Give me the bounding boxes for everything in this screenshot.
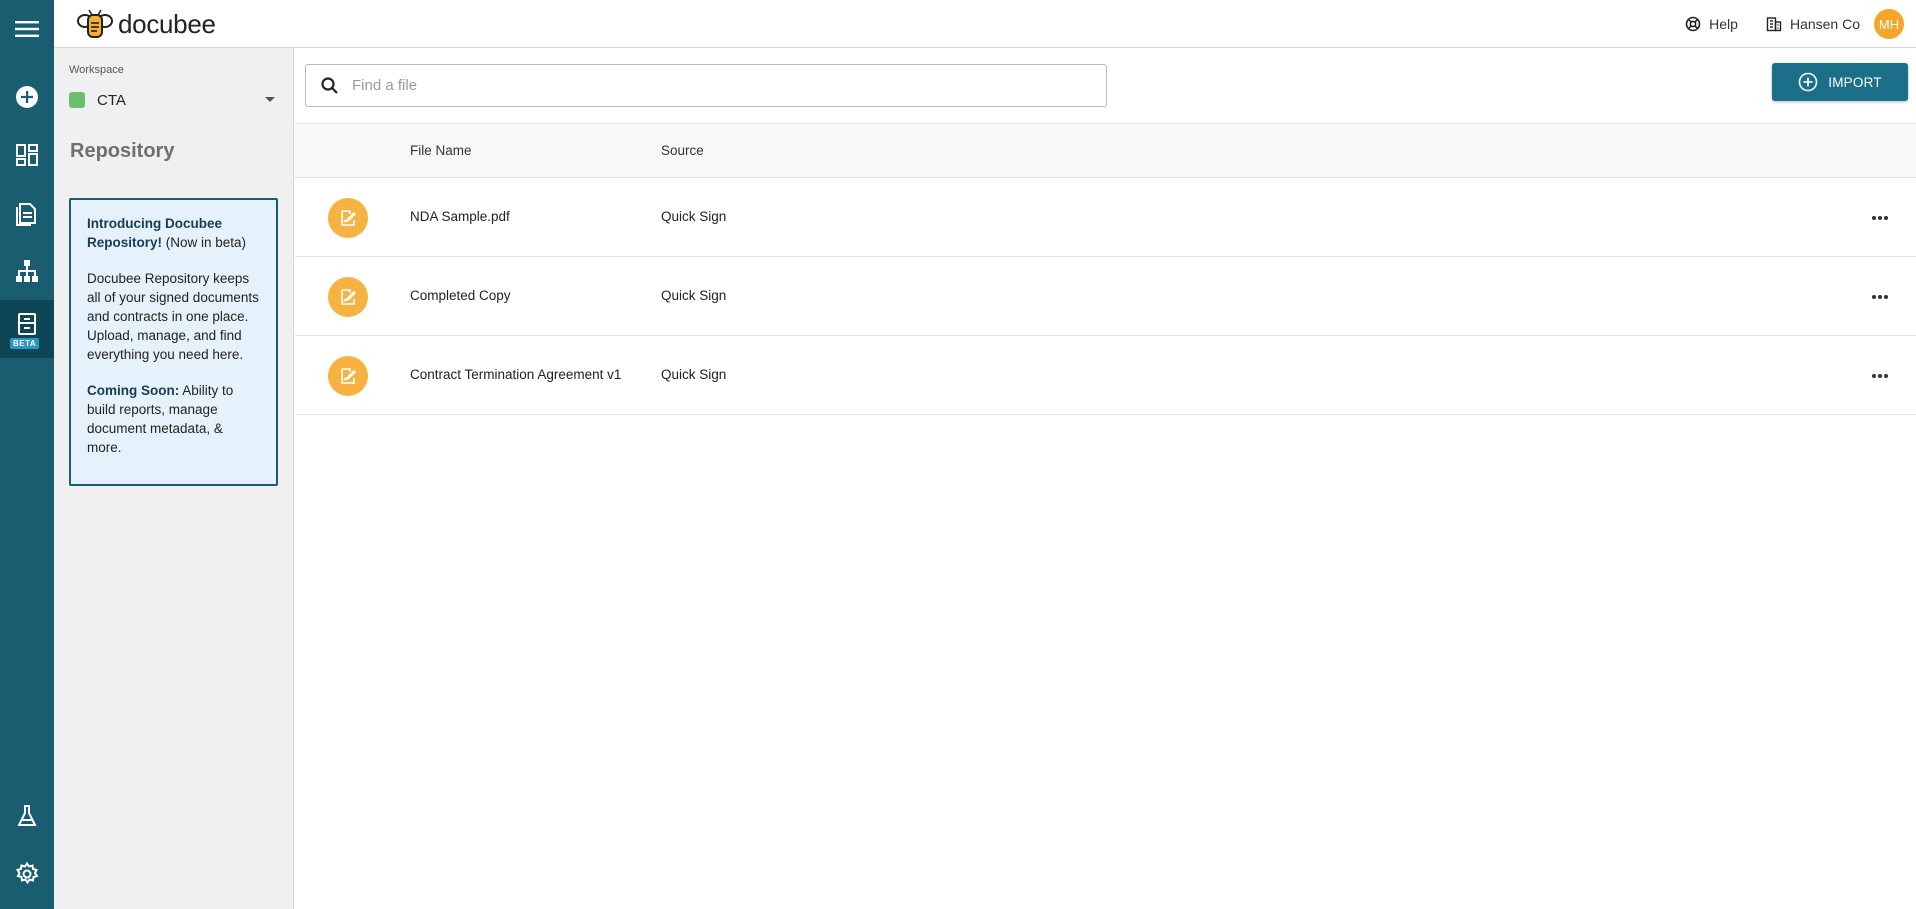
left-nav-rail: BETA [0, 0, 54, 909]
create-new-button[interactable] [0, 68, 54, 126]
main-content: IMPORT File Name Source NDA Sample.pdf Q… [295, 48, 1916, 909]
import-label: IMPORT [1828, 74, 1882, 90]
settings-nav-button[interactable] [0, 845, 54, 903]
flask-icon [17, 805, 37, 826]
gear-icon [15, 861, 39, 885]
more-horizontal-icon [1872, 216, 1888, 220]
import-button[interactable]: IMPORT [1772, 63, 1908, 101]
repository-sidebar: Workspace CTA Repository Introducing Doc… [54, 48, 294, 909]
dashboard-nav-button[interactable] [0, 126, 54, 184]
workspace-label: Workspace [69, 64, 124, 76]
column-header-source[interactable]: Source [661, 143, 704, 158]
row-more-options-button[interactable] [1868, 366, 1892, 386]
hamburger-menu-button[interactable] [0, 0, 54, 58]
table-row[interactable]: Completed Copy Quick Sign [295, 257, 1916, 336]
workflows-nav-button[interactable] [0, 242, 54, 300]
info-coming-soon: Coming Soon: Ability to build reports, m… [87, 383, 234, 455]
help-label: Help [1709, 16, 1738, 32]
organization-name: Hansen Co [1789, 16, 1860, 32]
documents-icon [16, 203, 36, 226]
signed-document-icon [328, 198, 368, 238]
signed-document-icon [328, 356, 368, 396]
table-header: File Name Source [295, 123, 1916, 178]
workspace-select[interactable]: CTA [69, 88, 279, 112]
more-horizontal-icon [1872, 374, 1888, 378]
search-icon [321, 76, 338, 94]
info-body: Docubee Repository keeps all of your sig… [87, 271, 259, 362]
logo-text: docubee [118, 8, 216, 39]
row-more-options-button[interactable] [1868, 208, 1892, 228]
user-avatar[interactable]: MH [1874, 9, 1904, 39]
caret-down-icon [265, 97, 275, 102]
signed-document-icon [328, 277, 368, 317]
file-name: Contract Termination Agreement v1 [410, 367, 622, 382]
table-row[interactable]: Contract Termination Agreement v1 Quick … [295, 336, 1916, 415]
bee-logo-icon [77, 9, 113, 38]
organization-switcher[interactable]: Hansen Co [1766, 16, 1860, 32]
repository-icon [18, 313, 36, 335]
beta-badge: BETA [10, 338, 40, 349]
plus-circle-outline-icon [1798, 72, 1818, 92]
section-title: Repository [70, 140, 175, 162]
column-header-file-name[interactable]: File Name [410, 143, 472, 158]
workspace-name: CTA [97, 91, 126, 109]
search-box [305, 64, 1107, 107]
file-source: Quick Sign [661, 209, 727, 224]
help-link[interactable]: Help [1685, 16, 1738, 32]
row-more-options-button[interactable] [1868, 287, 1892, 307]
info-headline: Introducing Docubee Repository! (Now in … [87, 216, 247, 250]
top-right-actions: Help Hansen Co MH [1657, 0, 1904, 48]
file-source: Quick Sign [661, 288, 727, 303]
search-input[interactable] [352, 77, 1092, 94]
docubee-logo[interactable]: docubee [76, 6, 216, 42]
org-chart-icon [16, 260, 38, 282]
file-name: Completed Copy [410, 288, 511, 303]
dashboard-icon [16, 144, 38, 166]
beta-info-box: Introducing Docubee Repository! (Now in … [69, 198, 278, 486]
workspace-color-swatch [69, 92, 85, 108]
table-row[interactable]: NDA Sample.pdf Quick Sign [295, 178, 1916, 257]
building-icon [1766, 17, 1782, 32]
templates-nav-button[interactable] [0, 787, 54, 845]
lifebuoy-icon [1685, 16, 1701, 32]
repository-nav-button[interactable]: BETA [0, 300, 54, 358]
file-list: NDA Sample.pdf Quick Sign Completed Copy… [295, 178, 1916, 415]
documents-nav-button[interactable] [0, 184, 54, 242]
hamburger-icon [15, 21, 39, 37]
plus-circle-icon [16, 86, 38, 108]
file-source: Quick Sign [661, 367, 727, 382]
more-horizontal-icon [1872, 295, 1888, 299]
file-name: NDA Sample.pdf [410, 209, 510, 224]
top-bar: docubee Help Hansen Co MH [54, 0, 1916, 48]
